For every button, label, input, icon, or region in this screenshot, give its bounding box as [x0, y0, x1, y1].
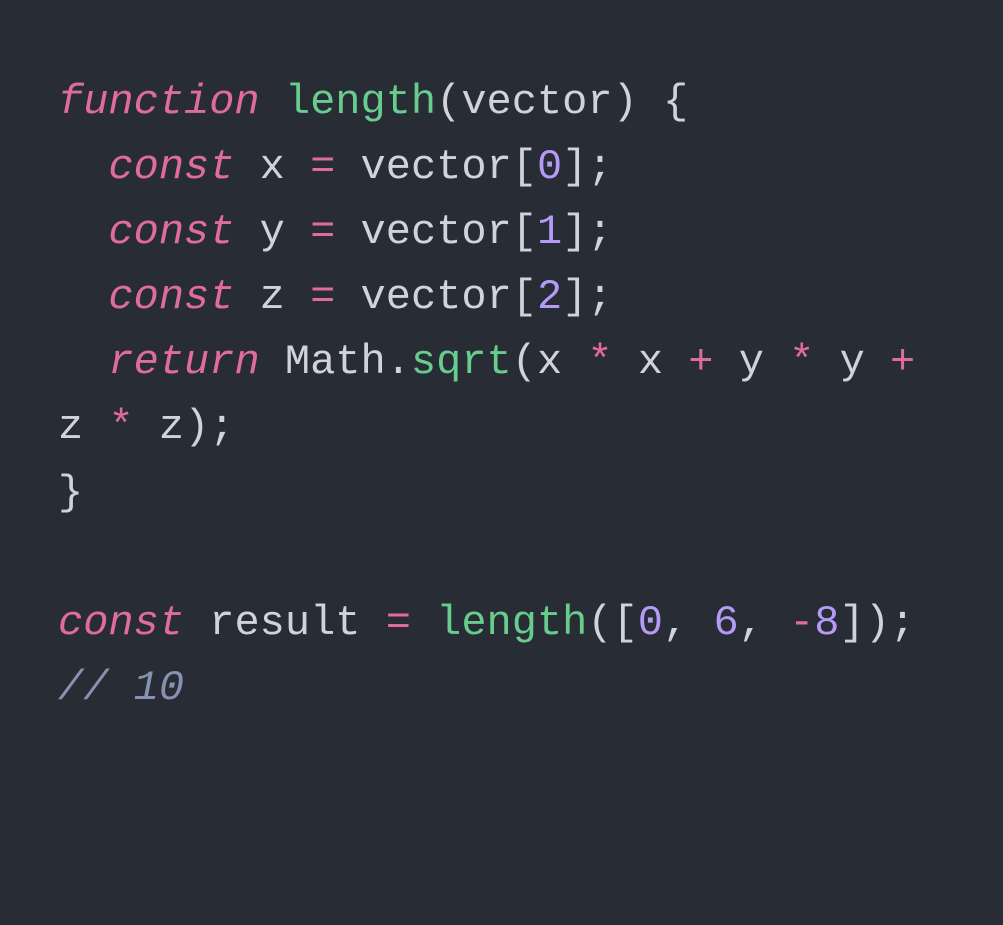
- code-token: [285, 273, 310, 321]
- code-token: [58, 208, 108, 256]
- code-token: x: [260, 143, 285, 191]
- code-token: function: [58, 78, 260, 126]
- code-token: .: [386, 338, 411, 386]
- code-token: [83, 403, 108, 451]
- code-token: *: [108, 403, 133, 451]
- code-token: [184, 599, 209, 647]
- code-token: [411, 599, 436, 647]
- code-token: const: [108, 143, 234, 191]
- code-block: function length(vector) { const x = vect…: [58, 70, 945, 721]
- code-token: =: [310, 143, 335, 191]
- code-token: [335, 273, 360, 321]
- code-token: [714, 338, 739, 386]
- code-token: [234, 273, 259, 321]
- code-token: [335, 208, 360, 256]
- code-token: z: [58, 403, 83, 451]
- code-token: return: [108, 338, 259, 386]
- code-token: =: [386, 599, 411, 647]
- code-token: y: [739, 338, 764, 386]
- code-token: [234, 208, 259, 256]
- code-token: [285, 208, 310, 256]
- code-token: [360, 599, 385, 647]
- code-token: // 10: [58, 664, 184, 712]
- code-token: vector: [461, 78, 612, 126]
- code-token: +: [890, 338, 915, 386]
- code-token: z: [159, 403, 184, 451]
- code-token: [814, 338, 839, 386]
- code-token: Math: [285, 338, 386, 386]
- code-token: [915, 338, 940, 386]
- code-token: [58, 338, 108, 386]
- code-token: 0: [638, 599, 663, 647]
- code-token: 8: [814, 599, 839, 647]
- code-token: length: [436, 599, 587, 647]
- code-token: [: [512, 143, 537, 191]
- code-token: vector: [361, 208, 512, 256]
- code-token: [335, 143, 360, 191]
- code-token: x: [537, 338, 562, 386]
- code-token: [134, 403, 159, 451]
- code-token: [234, 143, 259, 191]
- code-token: ,: [663, 599, 713, 647]
- code-token: ) {: [613, 78, 689, 126]
- code-token: (: [512, 338, 537, 386]
- code-token: ,: [739, 599, 789, 647]
- code-token: vector: [361, 143, 512, 191]
- code-token: vector: [361, 273, 512, 321]
- code-token: );: [184, 403, 234, 451]
- code-token: [663, 338, 688, 386]
- code-token: [865, 338, 890, 386]
- code-token: -: [789, 599, 814, 647]
- code-token: [: [512, 208, 537, 256]
- code-token: [: [512, 273, 537, 321]
- code-token: +: [688, 338, 713, 386]
- code-token: 6: [713, 599, 738, 647]
- code-token: 1: [537, 208, 562, 256]
- code-token: result: [209, 599, 360, 647]
- code-token: }: [58, 469, 83, 517]
- code-token: [58, 273, 108, 321]
- code-token: length: [285, 78, 436, 126]
- code-token: const: [58, 599, 184, 647]
- code-token: 2: [537, 273, 562, 321]
- code-token: [260, 78, 285, 126]
- code-token: [764, 338, 789, 386]
- code-token: ];: [562, 273, 612, 321]
- code-token: =: [310, 273, 335, 321]
- code-token: (: [436, 78, 461, 126]
- code-token: [285, 143, 310, 191]
- code-token: y: [260, 208, 285, 256]
- code-token: 0: [537, 143, 562, 191]
- code-token: ];: [562, 208, 612, 256]
- code-token: *: [587, 338, 612, 386]
- code-token: *: [789, 338, 814, 386]
- code-token: const: [108, 208, 234, 256]
- code-token: =: [310, 208, 335, 256]
- code-token: [58, 143, 108, 191]
- code-token: ];: [562, 143, 612, 191]
- code-token: [562, 338, 587, 386]
- code-token: ]);: [840, 599, 916, 647]
- code-token: z: [260, 273, 285, 321]
- code-token: [613, 338, 638, 386]
- code-token: ([: [587, 599, 637, 647]
- code-token: x: [638, 338, 663, 386]
- code-token: [260, 338, 285, 386]
- code-token: y: [840, 338, 865, 386]
- code-token: sqrt: [411, 338, 512, 386]
- code-token: const: [108, 273, 234, 321]
